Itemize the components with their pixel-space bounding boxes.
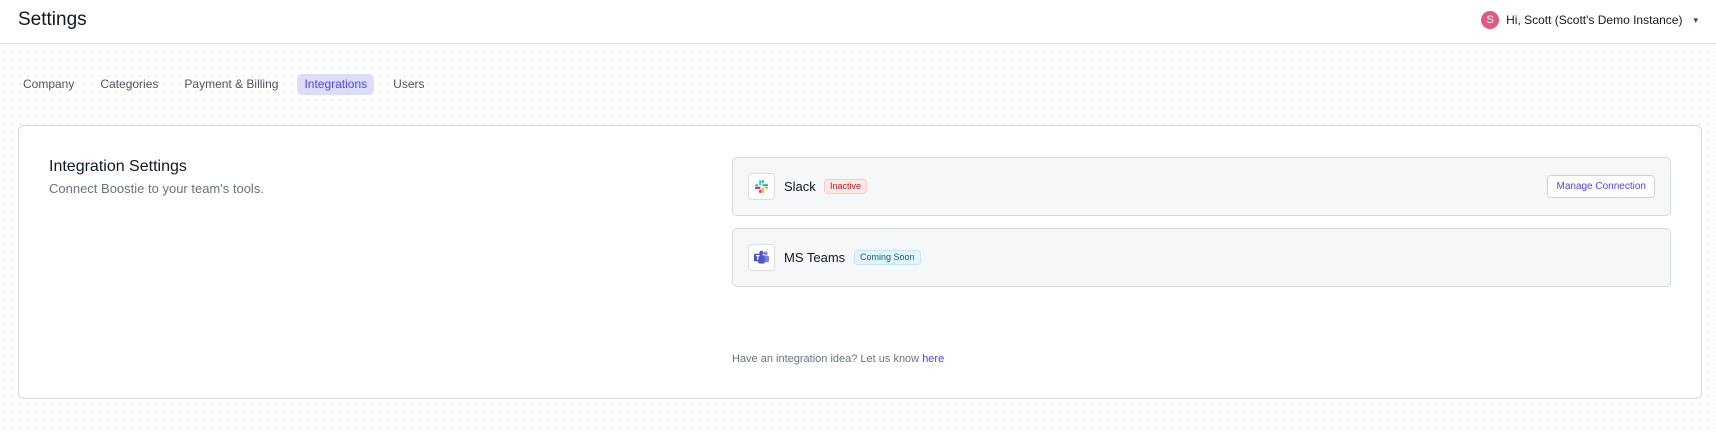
integration-idea-link[interactable]: here bbox=[922, 353, 944, 365]
integration-settings-card: Integration Settings Connect Boostie to … bbox=[18, 125, 1702, 399]
status-badge: Inactive bbox=[824, 179, 868, 194]
avatar: S bbox=[1481, 11, 1500, 29]
user-greeting: Hi, Scott (Scott's Demo Instance) bbox=[1506, 13, 1683, 27]
top-bar: Settings S Hi, Scott (Scott's Demo Insta… bbox=[0, 0, 1716, 44]
integration-name: MS Teams bbox=[784, 250, 846, 265]
tab-company[interactable]: Company bbox=[16, 74, 81, 95]
integration-idea-note: Have an integration idea? Let us know he… bbox=[732, 353, 944, 365]
page-title: Settings bbox=[18, 9, 87, 30]
tab-users[interactable]: Users bbox=[386, 74, 431, 95]
integration-name: Slack bbox=[784, 179, 816, 194]
integration-idea-text: Have an integration idea? Let us know bbox=[732, 353, 923, 365]
section-description: Connect Boostie to your team's tools. bbox=[49, 181, 264, 196]
user-menu[interactable]: S Hi, Scott (Scott's Demo Instance) ▾ bbox=[1481, 10, 1698, 30]
manage-connection-button[interactable]: Manage Connection bbox=[1547, 175, 1655, 198]
ms-teams-icon bbox=[748, 244, 775, 271]
tab-categories[interactable]: Categories bbox=[93, 74, 165, 95]
integration-slack: Slack Inactive Manage Connection bbox=[732, 157, 1671, 216]
tab-payment-billing[interactable]: Payment & Billing bbox=[177, 74, 285, 95]
slack-icon bbox=[748, 173, 775, 200]
section-title: Integration Settings bbox=[49, 158, 187, 175]
integration-ms-teams: MS Teams Coming Soon bbox=[732, 228, 1671, 287]
settings-tabs: Company Categories Payment & Billing Int… bbox=[16, 74, 432, 96]
status-badge: Coming Soon bbox=[854, 250, 921, 265]
tab-integrations[interactable]: Integrations bbox=[297, 74, 375, 95]
chevron-down-icon: ▾ bbox=[1693, 14, 1698, 25]
